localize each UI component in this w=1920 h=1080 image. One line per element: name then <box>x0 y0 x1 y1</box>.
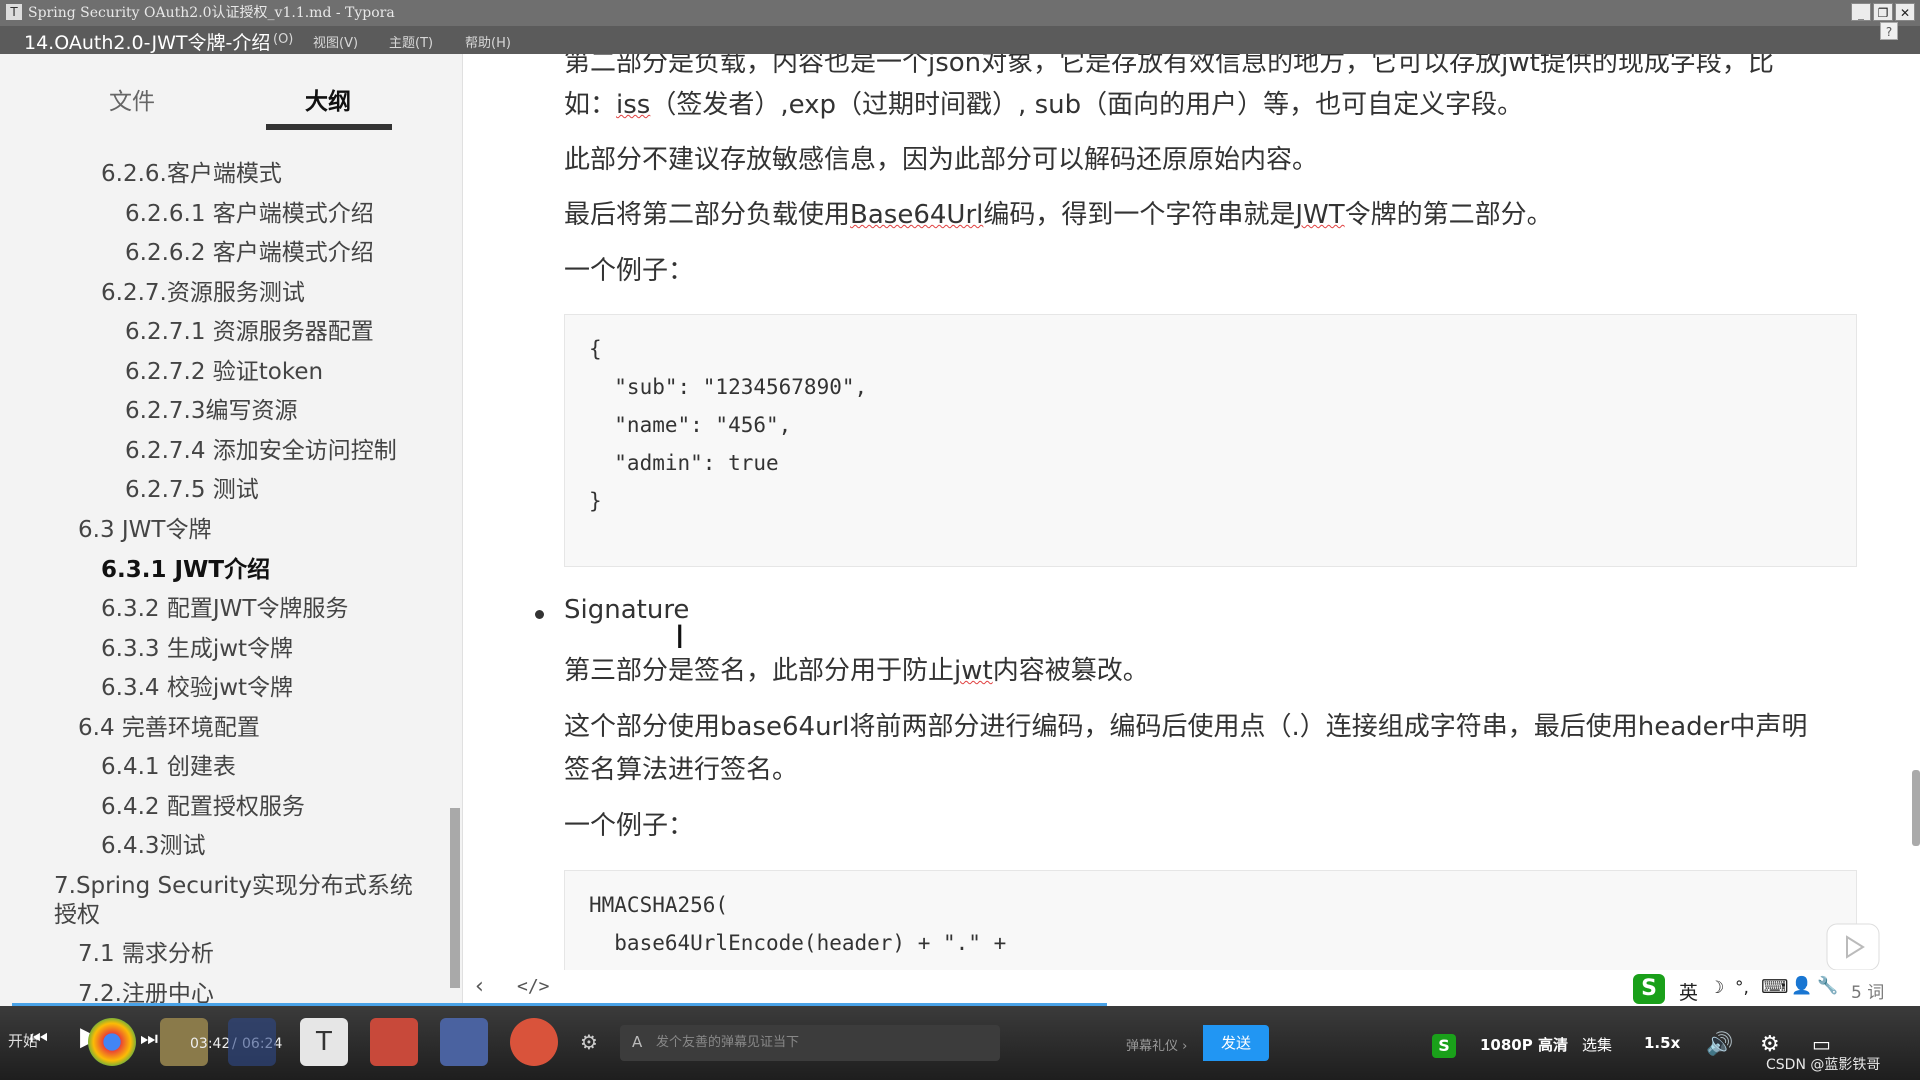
outline-item[interactable]: 6.2.7.1 资源服务器配置 <box>125 312 374 346</box>
paragraph-payload-fields: 如：iss（签发者）,exp（过期时间戳）, sub（面向的用户）等，也可自定义… <box>564 90 1524 120</box>
menu-item-theme[interactable]: 主题(T) <box>389 32 433 51</box>
editor-footer: ‹ </> S 英 ☽ °, ⌨ 👤 🔧 5 词 <box>463 970 1920 1006</box>
danmu-etiquette-link[interactable]: 弹幕礼仪 › <box>1126 1035 1187 1054</box>
app-icon[interactable] <box>370 1018 418 1066</box>
paragraph-payload-intro: 第二部分是负载，内容也是一个json对象，它是存放有效信息的地方，它可以存放jw… <box>564 54 1774 78</box>
menu-item-format[interactable]: (O) <box>273 32 293 47</box>
ime-moon-icon[interactable]: ☽ <box>1709 978 1724 998</box>
help-icon[interactable]: ? <box>1880 22 1898 40</box>
paragraph-base64-encode: 最后将第二部分负载使用Base64Url编码，得到一个字符串就是JWT令牌的第二… <box>564 200 1553 230</box>
volume-icon[interactable]: 🔊 <box>1706 1032 1733 1057</box>
quality-selector[interactable]: 1080P 高清 <box>1480 1034 1568 1055</box>
play-overlay-icon[interactable] <box>1825 922 1881 972</box>
outline-item[interactable]: 6.4.1 创建表 <box>101 747 236 781</box>
outline-item-active[interactable]: 6.3.1 JWT介绍 <box>101 550 270 584</box>
tab-files[interactable]: 文件 <box>72 82 192 116</box>
app-icon[interactable] <box>228 1018 276 1066</box>
maximize-button[interactable]: ❐ <box>1873 3 1893 21</box>
bullet-point <box>535 610 544 619</box>
paragraph-sensitive-note: 此部分不建议存放敏感信息，因为此部分可以解码还原原始内容。 <box>564 145 1319 175</box>
code-block-payload[interactable]: { "sub": "1234567890", "name": "456", "a… <box>564 314 1857 567</box>
active-tab-indicator <box>266 124 392 130</box>
word-count[interactable]: 5 词 <box>1851 978 1884 1003</box>
outline-item[interactable]: 6.3.2 配置JWT令牌服务 <box>101 589 348 623</box>
minimize-button[interactable]: _ <box>1851 3 1871 21</box>
window-titlebar: T Spring Security OAuth2.0认证授权_v1.1.md -… <box>0 0 1920 26</box>
previous-icon[interactable]: ⏮ <box>30 1026 48 1050</box>
taskbar: 开始 ⏮ ▶ ⏭ 03:42 / 06:24 T ⚙ 发个友善的弹幕见证当下 A… <box>0 1006 1920 1080</box>
outline-item[interactable]: 6.2.7.2 验证token <box>125 352 323 386</box>
typora-taskbar-icon[interactable]: T <box>300 1018 348 1066</box>
outline-item[interactable]: 6.4.3测试 <box>101 826 206 860</box>
danmu-style-icon[interactable]: A <box>632 1033 642 1051</box>
app-icon[interactable] <box>510 1018 558 1066</box>
outline-item[interactable]: 6.2.6.客户端模式 <box>101 154 282 188</box>
next-icon[interactable]: ⏭ <box>140 1026 158 1050</box>
outline-item[interactable]: 6.2.6.1 客户端模式介绍 <box>125 194 374 228</box>
sogou-tray-icon[interactable]: S <box>1432 1034 1456 1058</box>
ime-keyboard-icon[interactable]: ⌨ <box>1761 976 1788 998</box>
picture-in-picture-icon[interactable]: ▭ <box>1812 1032 1831 1056</box>
tab-outline[interactable]: 大纲 <box>268 82 388 116</box>
editor-scrollbar[interactable] <box>1912 770 1920 846</box>
code-line: "admin": true <box>589 451 779 475</box>
outline-item[interactable]: 6.4.2 配置授权服务 <box>101 787 305 821</box>
sogou-ime-icon[interactable]: S <box>1633 974 1665 1004</box>
source-code-mode-icon[interactable]: </> <box>517 976 550 997</box>
outline-item[interactable]: 6.3 JWT令牌 <box>78 510 211 544</box>
typora-app-icon: T <box>6 4 22 20</box>
outline-item[interactable]: 授权 <box>54 895 100 929</box>
outline-item[interactable]: 7.Spring Security实现分布式系统 <box>54 866 413 900</box>
chrome-icon[interactable] <box>88 1018 136 1066</box>
window-title: Spring Security OAuth2.0认证授权_v1.1.md - T… <box>28 5 395 21</box>
code-line: "sub": "1234567890", <box>589 375 868 399</box>
example-label-2: 一个例子： <box>564 811 695 841</box>
code-line: HMACSHA256( <box>589 893 729 917</box>
close-button[interactable]: ✕ <box>1895 3 1915 21</box>
csdn-watermark: CSDN @蓝影铁哥 <box>1766 1057 1881 1073</box>
outline-item[interactable]: 6.2.6.2 客户端模式介绍 <box>125 233 374 267</box>
outline-item[interactable]: 6.4 完善环境配置 <box>78 708 260 742</box>
paragraph-signature-method: 这个部分使用base64url将前两部分进行编码，编码后使用点（.）连接组成字符… <box>564 712 1808 742</box>
menubar: 14.OAuth2.0-JWT令牌-介绍 (O) 视图(V) 主题(T) 帮助(… <box>0 26 1920 54</box>
menu-item-view[interactable]: 视图(V) <box>313 32 358 51</box>
ime-settings-icon[interactable]: 🔧 <box>1817 976 1838 996</box>
ime-language-indicator[interactable]: 英 <box>1679 978 1698 1005</box>
send-danmu-button[interactable]: 发送 <box>1203 1025 1269 1061</box>
outline-item[interactable]: 7.1 需求分析 <box>78 934 214 968</box>
danmu-settings-icon[interactable]: ⚙ <box>580 1030 598 1054</box>
code-line: "name": "456", <box>589 413 792 437</box>
outline-item[interactable]: 6.2.7.3编写资源 <box>125 391 297 425</box>
episodes-button[interactable]: 选集 <box>1582 1034 1612 1055</box>
paragraph-signature-purpose: 第三部分是签名，此部分用于防止jwt内容被篡改。 <box>564 656 1149 686</box>
code-line: } <box>589 489 602 513</box>
paragraph-signature-method-cont: 签名算法进行签名。 <box>564 755 799 785</box>
video-title: 14.OAuth2.0-JWT令牌-介绍 <box>24 32 271 54</box>
menu-item-help[interactable]: 帮助(H) <box>465 32 511 51</box>
outline-item[interactable]: 6.3.3 生成jwt令牌 <box>101 629 293 663</box>
ime-user-icon[interactable]: 👤 <box>1791 976 1812 996</box>
code-line: base64UrlEncode(header) + "." + <box>589 931 1007 955</box>
code-line: { <box>589 337 602 361</box>
outline-item[interactable]: 6.3.4 校验jwt令牌 <box>101 668 293 702</box>
app-icon[interactable] <box>440 1018 488 1066</box>
outline-item[interactable]: 6.2.7.4 添加安全访问控制 <box>125 431 397 465</box>
danmu-input[interactable]: 发个友善的弹幕见证当下 <box>620 1025 1000 1061</box>
playback-speed[interactable]: 1.5x <box>1644 1034 1680 1052</box>
outline-item[interactable]: 6.2.7.资源服务测试 <box>101 273 305 307</box>
ime-punctuation-icon[interactable]: °, <box>1735 978 1749 998</box>
example-label: 一个例子： <box>564 256 695 286</box>
outline-item[interactable]: 7.2.注册中心 <box>78 974 214 1006</box>
time-current: 03:42 <box>190 1036 231 1052</box>
editor-content[interactable]: 第二部分是负载，内容也是一个json对象，它是存放有效信息的地方，它可以存放jw… <box>463 54 1920 1006</box>
sidebar: 文件 大纲 6.2.6.客户端模式 6.2.6.1 客户端模式介绍 6.2.6.… <box>0 54 463 1006</box>
bullet-signature: Signature <box>564 595 690 625</box>
outline-item[interactable]: 6.2.7.5 测试 <box>125 470 259 504</box>
sidebar-scrollbar[interactable] <box>450 808 460 988</box>
collapse-sidebar-icon[interactable]: ‹ <box>475 974 484 999</box>
